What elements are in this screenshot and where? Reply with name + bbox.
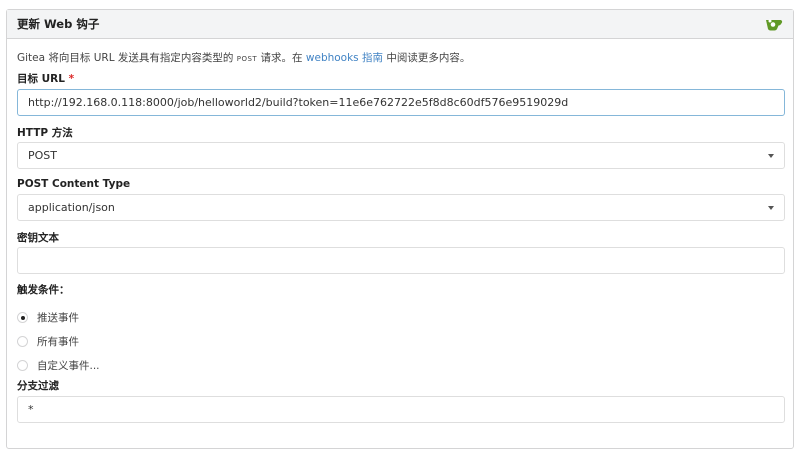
- secret-input[interactable]: [17, 247, 785, 274]
- radio-icon: [17, 360, 28, 371]
- gitea-teacup-icon: [766, 19, 783, 31]
- content-type-label: POST Content Type: [17, 178, 131, 190]
- radio-custom-events[interactable]: 自定义事件...: [17, 358, 100, 373]
- dropdown-caret-icon: [768, 154, 774, 158]
- dropdown-caret-icon: [768, 206, 774, 210]
- target-url-input[interactable]: http://192.168.0.118:8000/job/helloworld…: [17, 89, 785, 116]
- trigger-label: 触发条件：: [17, 284, 70, 296]
- branch-filter-label: 分支过滤: [17, 380, 59, 392]
- webhook-form-panel: 更新 Web 钩子 Gitea 将向目标 URL 发送具有指定内容类型的 POS…: [6, 9, 794, 449]
- content-type-select[interactable]: application/json: [17, 194, 785, 221]
- radio-icon: [17, 336, 28, 347]
- http-method-select[interactable]: POST: [17, 142, 785, 169]
- page-title: 更新 Web 钩子: [17, 17, 100, 31]
- webhooks-guide-link[interactable]: webhooks 指南: [306, 52, 383, 64]
- webhook-description: Gitea 将向目标 URL 发送具有指定内容类型的 POST 请求。在 web…: [17, 52, 471, 64]
- branch-filter-input[interactable]: *: [17, 396, 785, 423]
- radio-icon: [17, 312, 28, 323]
- secret-label: 密钥文本: [17, 232, 59, 244]
- http-method-label: HTTP 方法: [17, 127, 73, 139]
- radio-all-events[interactable]: 所有事件: [17, 334, 79, 349]
- panel-header: 更新 Web 钩子: [7, 10, 793, 39]
- target-url-label: 目标 URL *: [17, 73, 75, 85]
- radio-push-events[interactable]: 推送事件: [17, 310, 79, 325]
